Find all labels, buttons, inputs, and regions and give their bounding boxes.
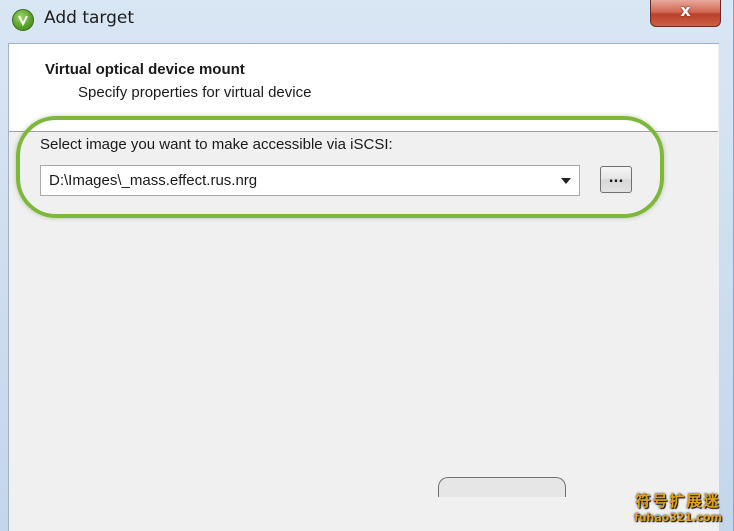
image-path-value: D:\Images\_mass.effect.rus.nrg (49, 172, 258, 189)
page-title: Virtual optical device mount (45, 61, 245, 78)
browse-button[interactable]: ... (600, 166, 632, 193)
watermark-line2: fuhao321.com (633, 511, 723, 524)
page-subtitle: Specify properties for virtual device (78, 84, 312, 101)
browse-button-label: ... (608, 171, 624, 186)
close-icon: x (680, 1, 691, 20)
app-logo-icon (12, 9, 34, 31)
window-title: Add target (44, 8, 135, 28)
watermark-line1: 符号扩展迷 (635, 492, 721, 510)
image-path-combobox[interactable]: D:\Images\_mass.effect.rus.nrg (40, 165, 580, 196)
chevron-down-icon[interactable] (561, 178, 571, 184)
close-button[interactable]: x (650, 0, 721, 27)
site-watermark: 符号扩展迷 fuhao321.com (628, 490, 728, 524)
image-select-label: Select image you want to make accessible… (40, 136, 393, 153)
partial-footer-button[interactable] (438, 477, 566, 497)
add-target-window: Add target x Virtual optical device moun… (0, 0, 734, 531)
title-bar[interactable]: Add target x (0, 0, 734, 42)
